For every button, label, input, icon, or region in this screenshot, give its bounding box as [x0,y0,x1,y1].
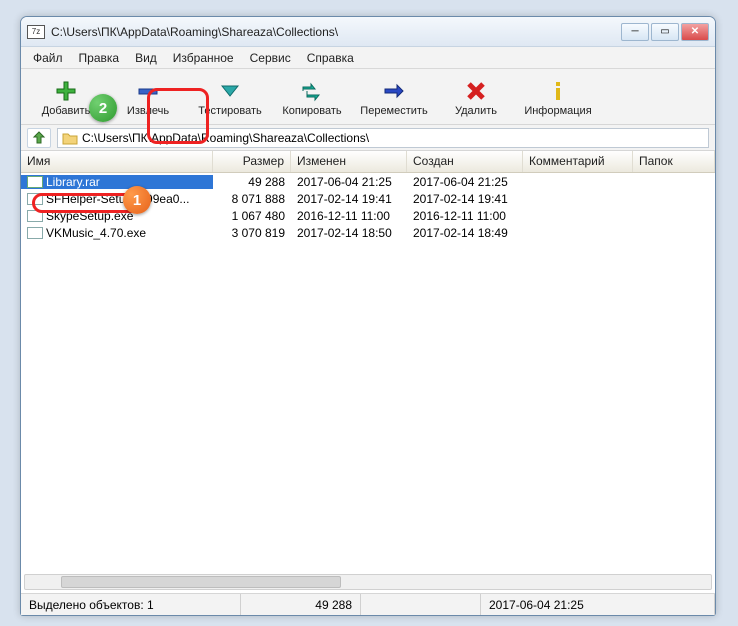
move-label: Переместить [360,105,427,117]
menubar: Файл Правка Вид Избранное Сервис Справка [21,47,715,69]
menu-favorites[interactable]: Избранное [167,49,240,67]
file-row[interactable]: SkypeSetup.exe 1 067 480 2016-12-11 11:0… [21,207,715,224]
copy-icon [298,79,326,103]
menu-tools[interactable]: Сервис [244,49,297,67]
info-icon [544,79,572,103]
file-size: 3 070 819 [213,226,291,240]
file-modified: 2017-02-14 19:41 [291,192,407,206]
rar-file-icon [27,176,43,188]
file-created: 2017-02-14 19:41 [407,192,523,206]
header-created[interactable]: Создан [407,151,523,172]
header-size[interactable]: Размер [213,151,291,172]
file-name: SkypeSetup.exe [46,209,133,223]
file-list[interactable]: Library.rar 49 288 2017-06-04 21:25 2017… [21,173,715,593]
app-window: 7z C:\Users\ПК\AppData\Roaming\Shareaza\… [20,16,716,616]
file-name: SFHelper-Setup-[199ea0... [46,192,189,206]
file-row[interactable]: VKMusic_4.70.exe 3 070 819 2017-02-14 18… [21,224,715,241]
path-input[interactable]: C:\Users\ПК\AppData\Roaming\Shareaza\Col… [57,128,709,148]
toolbar: Добавить Извлечь Тестировать Копировать … [21,69,715,125]
file-modified: 2017-06-04 21:25 [291,175,407,189]
header-name[interactable]: Имя [21,151,213,172]
check-icon [216,79,244,103]
maximize-button[interactable]: ▭ [651,23,679,41]
add-label: Добавить [42,105,91,117]
file-modified: 2016-12-11 11:00 [291,209,407,223]
menu-view[interactable]: Вид [129,49,163,67]
extract-label: Извлечь [127,105,169,117]
info-button[interactable]: Информация [517,73,599,123]
scrollbar-thumb[interactable] [61,576,341,588]
folder-icon [62,131,78,145]
menu-help[interactable]: Справка [301,49,360,67]
exe-file-icon [27,210,43,222]
move-button[interactable]: Переместить [353,73,435,123]
column-headers[interactable]: Имя Размер Изменен Создан Комментарий Па… [21,151,715,173]
status-blank [361,594,481,615]
horizontal-scrollbar[interactable] [24,574,712,590]
annotation-badge-2: 2 [89,94,117,122]
file-modified: 2017-02-14 18:50 [291,226,407,240]
minus-icon [134,79,162,103]
file-row[interactable]: Library.rar 49 288 2017-06-04 21:25 2017… [21,173,715,190]
move-icon [380,79,408,103]
up-button[interactable] [27,128,51,148]
header-comment[interactable]: Комментарий [523,151,633,172]
header-modified[interactable]: Изменен [291,151,407,172]
status-selection: Выделено объектов: 1 [21,594,241,615]
statusbar: Выделено объектов: 1 49 288 2017-06-04 2… [21,593,715,615]
copy-label: Копировать [282,105,341,117]
extract-button[interactable]: Извлечь [107,73,189,123]
exe-file-icon [27,193,43,205]
window-title: C:\Users\ПК\AppData\Roaming\Shareaza\Col… [51,25,621,39]
header-folders[interactable]: Папок [633,151,715,172]
file-name: Library.rar [46,175,100,189]
titlebar[interactable]: 7z C:\Users\ПК\AppData\Roaming\Shareaza\… [21,17,715,47]
minimize-button[interactable]: ─ [621,23,649,41]
app-icon: 7z [27,25,45,39]
test-button[interactable]: Тестировать [189,73,271,123]
file-created: 2017-02-14 18:49 [407,226,523,240]
status-date: 2017-06-04 21:25 [481,594,715,615]
status-size: 49 288 [241,594,361,615]
exe-file-icon [27,227,43,239]
file-created: 2016-12-11 11:00 [407,209,523,223]
delete-label: Удалить [455,105,497,117]
delete-button[interactable]: Удалить [435,73,517,123]
delete-icon [462,79,490,103]
close-button[interactable]: ✕ [681,23,709,41]
test-label: Тестировать [198,105,262,117]
menu-edit[interactable]: Правка [73,49,126,67]
path-text: C:\Users\ПК\AppData\Roaming\Shareaza\Col… [82,131,369,145]
menu-file[interactable]: Файл [27,49,69,67]
file-size: 8 071 888 [213,192,291,206]
file-size: 1 067 480 [213,209,291,223]
file-created: 2017-06-04 21:25 [407,175,523,189]
plus-icon [52,79,80,103]
up-folder-icon [32,131,46,145]
annotation-badge-1: 1 [123,186,151,214]
file-name: VKMusic_4.70.exe [46,226,146,240]
copy-button[interactable]: Копировать [271,73,353,123]
info-label: Информация [524,105,591,117]
pathbar: C:\Users\ПК\AppData\Roaming\Shareaza\Col… [21,125,715,151]
window-buttons: ─ ▭ ✕ [621,23,709,41]
file-size: 49 288 [213,175,291,189]
